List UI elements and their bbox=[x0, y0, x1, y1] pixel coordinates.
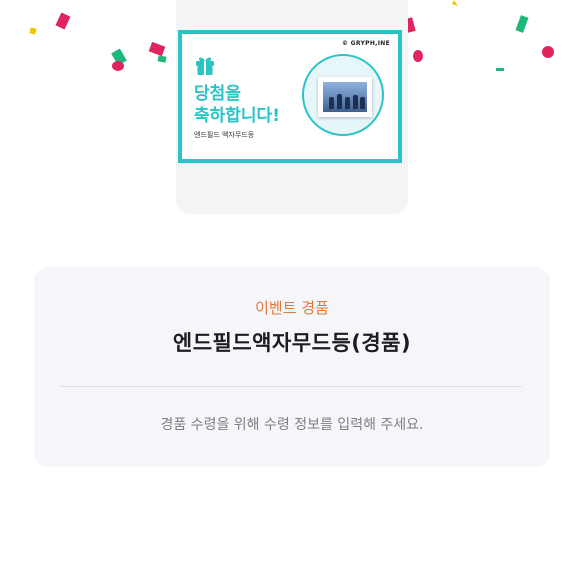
prize-title: 엔드필드액자무드등(경품) bbox=[172, 331, 412, 355]
event-prize-label: 이벤트 경품 bbox=[255, 299, 329, 317]
event-prize-panel: 이벤트 경품 엔드필드액자무드등(경품) 경품 수령을 위해 수령 정보를 입력… bbox=[34, 267, 550, 467]
prize-caption: 엔드필드 액자무드등 bbox=[194, 131, 255, 139]
confetti-piece bbox=[515, 15, 529, 33]
confetti-piece bbox=[112, 61, 124, 71]
photo-frame bbox=[318, 77, 372, 117]
win-banner-image: © GRYPH,INE 당첨을 축하합니다! 엔드필드 액자무드등 bbox=[178, 30, 402, 163]
congratulations-headline: 당첨을 축하합니다! bbox=[194, 84, 280, 126]
confetti-piece bbox=[55, 12, 71, 30]
confetti-piece bbox=[29, 27, 37, 35]
confetti-piece bbox=[157, 55, 167, 63]
divider bbox=[60, 386, 522, 387]
prize-image bbox=[302, 54, 384, 136]
brand-mark: © GRYPH,INE bbox=[341, 40, 390, 47]
claim-instruction: 경품 수령을 위해 수령 정보를 입력해 주세요. bbox=[160, 417, 424, 433]
gift-icon bbox=[196, 57, 214, 75]
confetti-piece bbox=[496, 68, 504, 71]
confetti-piece bbox=[542, 46, 554, 58]
confetti-star bbox=[452, 0, 458, 6]
confetti-piece bbox=[148, 41, 166, 57]
confetti-piece bbox=[413, 50, 423, 62]
frame-artwork bbox=[323, 82, 367, 112]
